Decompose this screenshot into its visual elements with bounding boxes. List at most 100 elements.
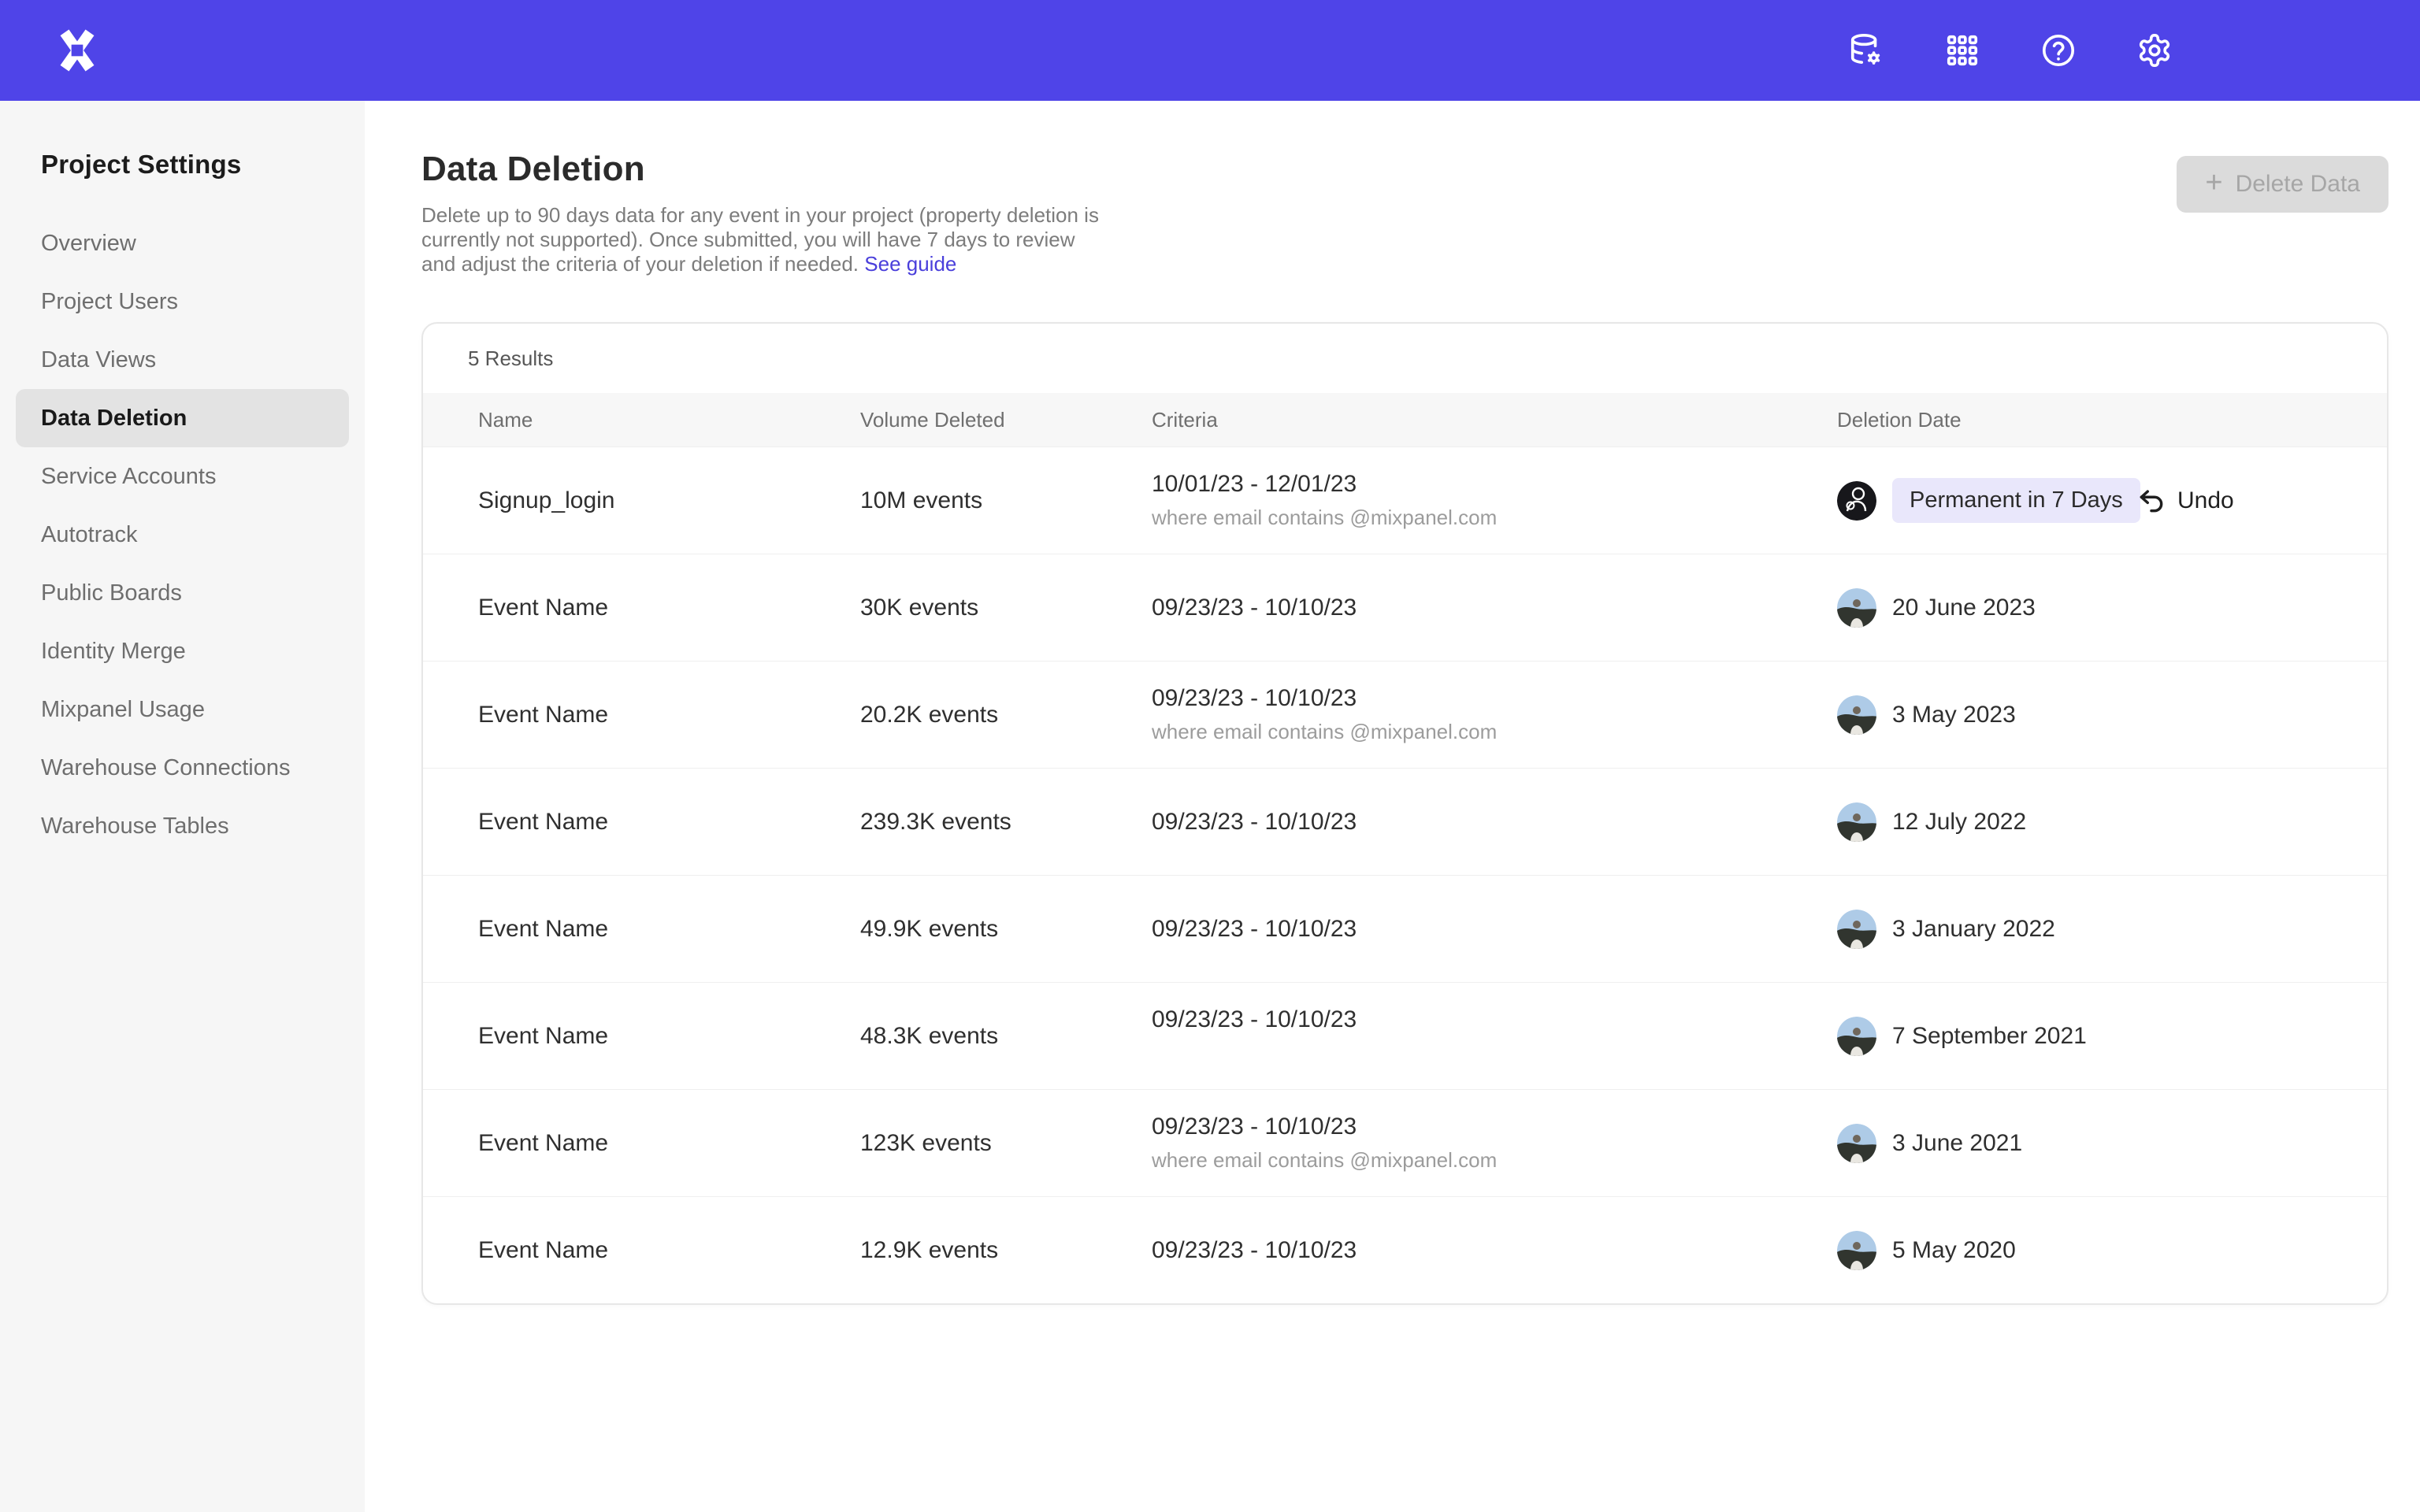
delete-data-button[interactable]: + Delete Data — [2177, 156, 2388, 213]
plus-icon: + — [2205, 168, 2222, 198]
table-row: Event Name 239.3K events 09/23/23 - 10/1… — [423, 768, 2387, 875]
criteria-range: 10/01/23 - 12/01/23 — [1152, 471, 1837, 498]
table-row: Event Name 49.9K events 09/23/23 - 10/10… — [423, 875, 2387, 982]
cell-volume: 20.2K events — [860, 702, 1152, 728]
cell-volume: 30K events — [860, 595, 1152, 621]
criteria-range: 09/23/23 - 10/10/23 — [1152, 916, 1837, 943]
user-avatar — [1837, 695, 1876, 735]
criteria-range: 09/23/23 - 10/10/23 — [1152, 595, 1837, 621]
see-guide-link[interactable]: See guide — [864, 252, 956, 276]
delete-data-button-label: Delete Data — [2236, 171, 2360, 198]
cell-deletion-date: 12 July 2022 — [1837, 802, 2136, 842]
criteria-subtext: where email contains @mixpanel.com — [1152, 1148, 1837, 1173]
undo-icon — [2136, 486, 2166, 516]
criteria-subtext: where email contains @mixpanel.com — [1152, 506, 1837, 530]
cell-volume: 123K events — [860, 1130, 1152, 1157]
user-avatar — [1837, 910, 1876, 949]
column-header-deletion-date: Deletion Date — [1837, 408, 2136, 432]
sidebar-item-data-views[interactable]: Data Views — [16, 331, 349, 389]
cell-name: Event Name — [478, 916, 860, 943]
status-badge-permanent: Permanent in 7 Days — [1892, 478, 2140, 523]
cell-volume: 48.3K events — [860, 1023, 1152, 1050]
criteria-range: 09/23/23 - 10/10/23 — [1152, 1006, 1837, 1033]
cell-name: Event Name — [478, 1023, 860, 1050]
table-row: Event Name 30K events 09/23/23 - 10/10/2… — [423, 554, 2387, 661]
cell-deletion-date: 5 May 2020 — [1837, 1231, 2136, 1270]
cell-criteria: 09/23/23 - 10/10/23 where email contains… — [1152, 685, 1837, 744]
sidebar-title: Project Settings — [0, 150, 365, 180]
column-header-criteria: Criteria — [1152, 408, 1837, 432]
cell-criteria: 09/23/23 - 10/10/23 — [1152, 1237, 1837, 1264]
cell-criteria: 09/23/23 - 10/10/23 where email contains… — [1152, 1114, 1837, 1173]
page-description-text: Delete up to 90 days data for any event … — [421, 203, 1099, 276]
cell-name: Signup_login — [478, 487, 860, 514]
sidebar-item-public-boards[interactable]: Public Boards — [16, 564, 349, 622]
sidebar-item-mixpanel-usage[interactable]: Mixpanel Usage — [16, 680, 349, 739]
undo-label: Undo — [2177, 487, 2234, 514]
cell-deletion-date: 3 January 2022 — [1837, 910, 2136, 949]
cell-name: Event Name — [478, 595, 860, 621]
criteria-range: 09/23/23 - 10/10/23 — [1152, 1114, 1837, 1140]
sidebar-item-overview[interactable]: Overview — [16, 214, 349, 272]
settings-gear-icon[interactable] — [2136, 32, 2173, 69]
database-settings-icon[interactable] — [1848, 32, 1884, 69]
cell-deletion-date: 20 June 2023 — [1837, 588, 2136, 628]
cell-criteria: 09/23/23 - 10/10/23 — [1152, 916, 1837, 943]
user-avatar — [1837, 1231, 1876, 1270]
table-header-row: Name Volume Deleted Criteria Deletion Da… — [423, 393, 2387, 447]
table-row: Event Name 48.3K events 09/23/23 - 10/10… — [423, 982, 2387, 1089]
column-header-name: Name — [478, 408, 860, 432]
criteria-range: 09/23/23 - 10/10/23 — [1152, 809, 1837, 836]
sidebar-item-data-deletion[interactable]: Data Deletion — [16, 389, 349, 447]
sidebar-item-identity-merge[interactable]: Identity Merge — [16, 622, 349, 680]
cell-deletion-date: 3 May 2023 — [1837, 695, 2136, 735]
table-row: Event Name 123K events 09/23/23 - 10/10/… — [423, 1089, 2387, 1196]
sidebar-item-warehouse-connections[interactable]: Warehouse Connections — [16, 739, 349, 797]
cell-criteria: 10/01/23 - 12/01/23 where email contains… — [1152, 471, 1837, 530]
table-row: Signup_login 10M events 10/01/23 - 12/01… — [423, 447, 2387, 554]
page-description: Delete up to 90 days data for any event … — [421, 203, 1115, 276]
criteria-range: 09/23/23 - 10/10/23 — [1152, 685, 1837, 712]
cell-criteria: 09/23/23 - 10/10/23 — [1152, 595, 1837, 621]
cell-name: Event Name — [478, 702, 860, 728]
cell-name: Event Name — [478, 809, 860, 836]
user-avatar — [1837, 1017, 1876, 1056]
cell-volume: 49.9K events — [860, 916, 1152, 943]
sidebar-item-service-accounts[interactable]: Service Accounts — [16, 447, 349, 506]
cell-deletion-date: 7 September 2021 — [1837, 1017, 2136, 1056]
main-content: Data Deletion Delete up to 90 days data … — [365, 101, 2420, 1512]
criteria-range: 09/23/23 - 10/10/23 — [1152, 1237, 1837, 1264]
deletion-date-text: 12 July 2022 — [1892, 809, 2026, 836]
topbar — [0, 0, 2420, 101]
deletion-date-text: 7 September 2021 — [1892, 1023, 2087, 1050]
sidebar-item-autotrack[interactable]: Autotrack — [16, 506, 349, 564]
deletion-date-text: 3 May 2023 — [1892, 702, 2016, 728]
criteria-subtext — [1152, 1041, 1837, 1065]
deletion-requests-table: 5 Results Name Volume Deleted Criteria D… — [421, 322, 2388, 1305]
deletion-date-text: 5 May 2020 — [1892, 1237, 2016, 1264]
criteria-subtext: where email contains @mixpanel.com — [1152, 720, 1837, 744]
user-avatar — [1837, 802, 1876, 842]
cell-volume: 10M events — [860, 487, 1152, 514]
cell-criteria: 09/23/23 - 10/10/23 — [1152, 1006, 1837, 1065]
cell-volume: 239.3K events — [860, 809, 1152, 836]
cell-volume: 12.9K events — [860, 1237, 1152, 1264]
undo-button[interactable]: Undo — [2136, 486, 2387, 516]
table-row: Event Name 20.2K events 09/23/23 - 10/10… — [423, 661, 2387, 768]
apps-grid-icon[interactable] — [1944, 32, 1980, 69]
column-header-volume-deleted: Volume Deleted — [860, 408, 1152, 432]
page-title: Data Deletion — [421, 150, 1115, 189]
cell-criteria: 09/23/23 - 10/10/23 — [1152, 809, 1837, 836]
deletion-date-text: 20 June 2023 — [1892, 595, 2036, 621]
help-icon[interactable] — [2040, 32, 2077, 69]
results-count: 5 Results — [423, 324, 2387, 393]
cell-deletion-date: Permanent in 7 Days — [1837, 478, 2136, 523]
deletion-date-text: 3 June 2021 — [1892, 1130, 2022, 1157]
table-row: Event Name 12.9K events 09/23/23 - 10/10… — [423, 1196, 2387, 1303]
mixpanel-logo-icon[interactable] — [49, 22, 106, 79]
cell-name: Event Name — [478, 1237, 860, 1264]
sidebar-item-project-users[interactable]: Project Users — [16, 272, 349, 331]
cell-deletion-date: 3 June 2021 — [1837, 1124, 2136, 1163]
topbar-icon-group — [1848, 32, 2420, 69]
sidebar-item-warehouse-tables[interactable]: Warehouse Tables — [16, 797, 349, 855]
